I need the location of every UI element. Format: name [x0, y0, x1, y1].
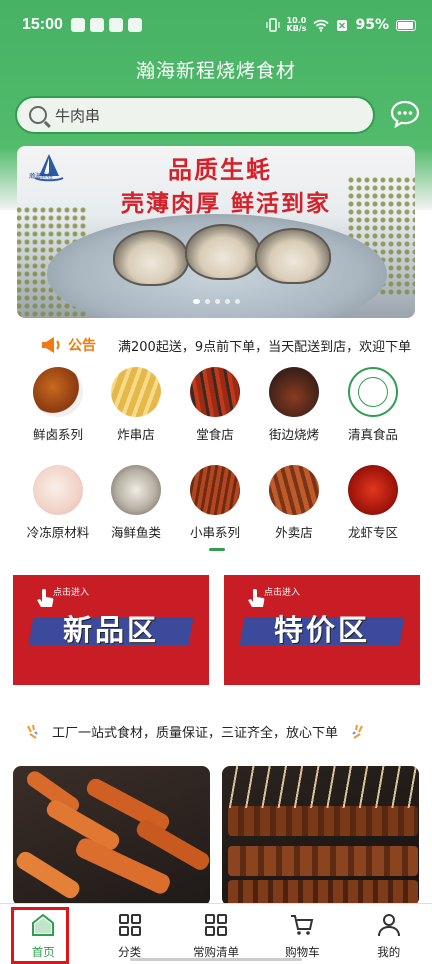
megaphone-icon — [42, 337, 60, 353]
search-placeholder: 牛肉串 — [55, 106, 101, 125]
category-image — [269, 465, 319, 515]
oyster-image — [185, 224, 261, 280]
category-image — [190, 465, 240, 515]
promo-title: 特价区 — [273, 613, 370, 647]
user-icon — [377, 914, 400, 937]
category-label: 鲜卤系列 — [32, 427, 83, 442]
category-qingzhen[interactable]: 清真食品 — [330, 367, 416, 443]
carousel-indicator — [17, 299, 415, 304]
weibo-icon — [70, 18, 85, 32]
new-products-panel[interactable]: 点击进入 新品区 — [13, 575, 209, 685]
promo-enter-label: 点击进入 — [53, 588, 90, 598]
category-page-indicator — [209, 548, 225, 551]
category-label: 海鲜鱼类 — [110, 525, 161, 540]
category-label: 清真食品 — [347, 427, 398, 442]
category-image — [348, 465, 398, 515]
skewer-image — [228, 806, 418, 836]
category-image — [33, 367, 83, 417]
skewer-image — [13, 848, 83, 902]
carousel-dot — [224, 299, 230, 304]
product-card-image[interactable] — [13, 766, 210, 906]
status-time: 15:00 — [22, 16, 63, 33]
announcement-bar[interactable]: 公告 满200起送，9点前下单，当天配送到店，欢迎下单 — [40, 334, 432, 356]
skewer-image — [228, 846, 418, 876]
search-icon — [29, 106, 47, 124]
category-lengdong[interactable]: 冷冻原材料 — [15, 465, 101, 541]
cart-icon — [291, 915, 314, 935]
category-haixian[interactable]: 海鲜鱼类 — [93, 465, 179, 541]
announcement-text: 满200起送，9点前下单，当天配送到店，欢迎下单 — [118, 339, 412, 355]
category-label: 冷冻原材料 — [26, 525, 90, 540]
carousel-dot — [234, 299, 240, 304]
network-speed: 10.0 KB/s — [286, 16, 307, 33]
announcement-label: 公告 — [68, 338, 96, 354]
promo-title: 新品区 — [62, 613, 159, 647]
category-label: 堂食店 — [196, 427, 234, 442]
halal-logo-icon — [348, 367, 398, 417]
battery-icon — [396, 19, 416, 31]
category-label: 小串系列 — [189, 525, 240, 540]
sim-icon — [337, 19, 348, 31]
notification-icons — [70, 18, 142, 32]
nav-label: 我的 — [377, 945, 401, 959]
category-image — [33, 465, 83, 515]
clover-icon — [127, 18, 142, 32]
category-xiaochuan[interactable]: 小串系列 — [172, 465, 258, 541]
promo-banner[interactable]: 瀚海新程 品质生蚝 壳薄肉厚 鲜活到家 — [17, 146, 415, 318]
confetti-icon — [352, 724, 363, 739]
special-offer-panel[interactable]: 点击进入 特价区 — [224, 575, 420, 685]
category-image — [111, 367, 161, 417]
slogan-banner: 工厂一站式食材，质量保证，三证齐全，放心下单 — [26, 722, 410, 741]
category-jiebian[interactable]: 街边烧烤 — [251, 367, 337, 443]
banner-subheadline: 壳薄肉厚 鲜活到家 — [120, 191, 331, 217]
app-notification-icon — [89, 18, 104, 32]
category-label: 街边烧烤 — [268, 427, 319, 442]
status-bar: 15:00 10.0 KB/s 95% — [22, 14, 416, 36]
nav-profile[interactable]: 我的 — [346, 904, 432, 964]
carousel-dot — [214, 299, 220, 304]
selection-highlight — [11, 907, 69, 964]
category-image — [269, 367, 319, 417]
banner-headline: 品质生蚝 — [168, 156, 272, 184]
slogan-text: 工厂一站式食材，质量保证，三证齐全，放心下单 — [52, 726, 339, 741]
category-tangshi[interactable]: 堂食店 — [172, 367, 258, 443]
category-xianlu[interactable]: 鲜卤系列 — [15, 367, 101, 443]
gesture-bar — [130, 958, 302, 961]
category-label: 龙虾专区 — [347, 525, 398, 540]
bottom-navigation: 首页 分类 常购清单 购物车 我的 — [0, 903, 432, 964]
nav-category[interactable]: 分类 — [86, 904, 172, 964]
promo-enter-label: 点击进入 — [264, 588, 301, 598]
tiktok-icon — [108, 18, 123, 32]
product-card-image[interactable] — [222, 766, 419, 906]
confetti-icon — [27, 724, 38, 739]
category-image — [190, 367, 240, 417]
vibrate-icon — [265, 18, 280, 32]
category-longxia[interactable]: 龙虾专区 — [330, 465, 416, 541]
battery-percentage: 95% — [355, 17, 389, 33]
wifi-icon — [313, 19, 330, 32]
oyster-image — [255, 228, 331, 284]
nav-cart[interactable]: 购物车 — [259, 904, 345, 964]
category-label: 外卖店 — [275, 525, 313, 540]
nav-frequent-list[interactable]: 常购清单 — [173, 904, 259, 964]
carousel-dot — [204, 299, 210, 304]
carousel-dot — [192, 299, 200, 304]
search-bar[interactable]: 牛肉串 — [15, 96, 375, 134]
chat-bubble-icon[interactable] — [390, 100, 420, 128]
category-image — [111, 465, 161, 515]
grid-icon — [118, 914, 141, 936]
category-zhachuan[interactable]: 炸串店 — [93, 367, 179, 443]
nav-home[interactable]: 首页 — [0, 904, 86, 964]
oyster-image — [113, 230, 189, 286]
app-title: 瀚海新程烧烤食材 — [135, 60, 296, 82]
category-label: 炸串店 — [117, 427, 155, 442]
grid-icon — [204, 914, 227, 936]
category-waimai[interactable]: 外卖店 — [251, 465, 337, 541]
skewer-sticks-image — [222, 766, 419, 808]
